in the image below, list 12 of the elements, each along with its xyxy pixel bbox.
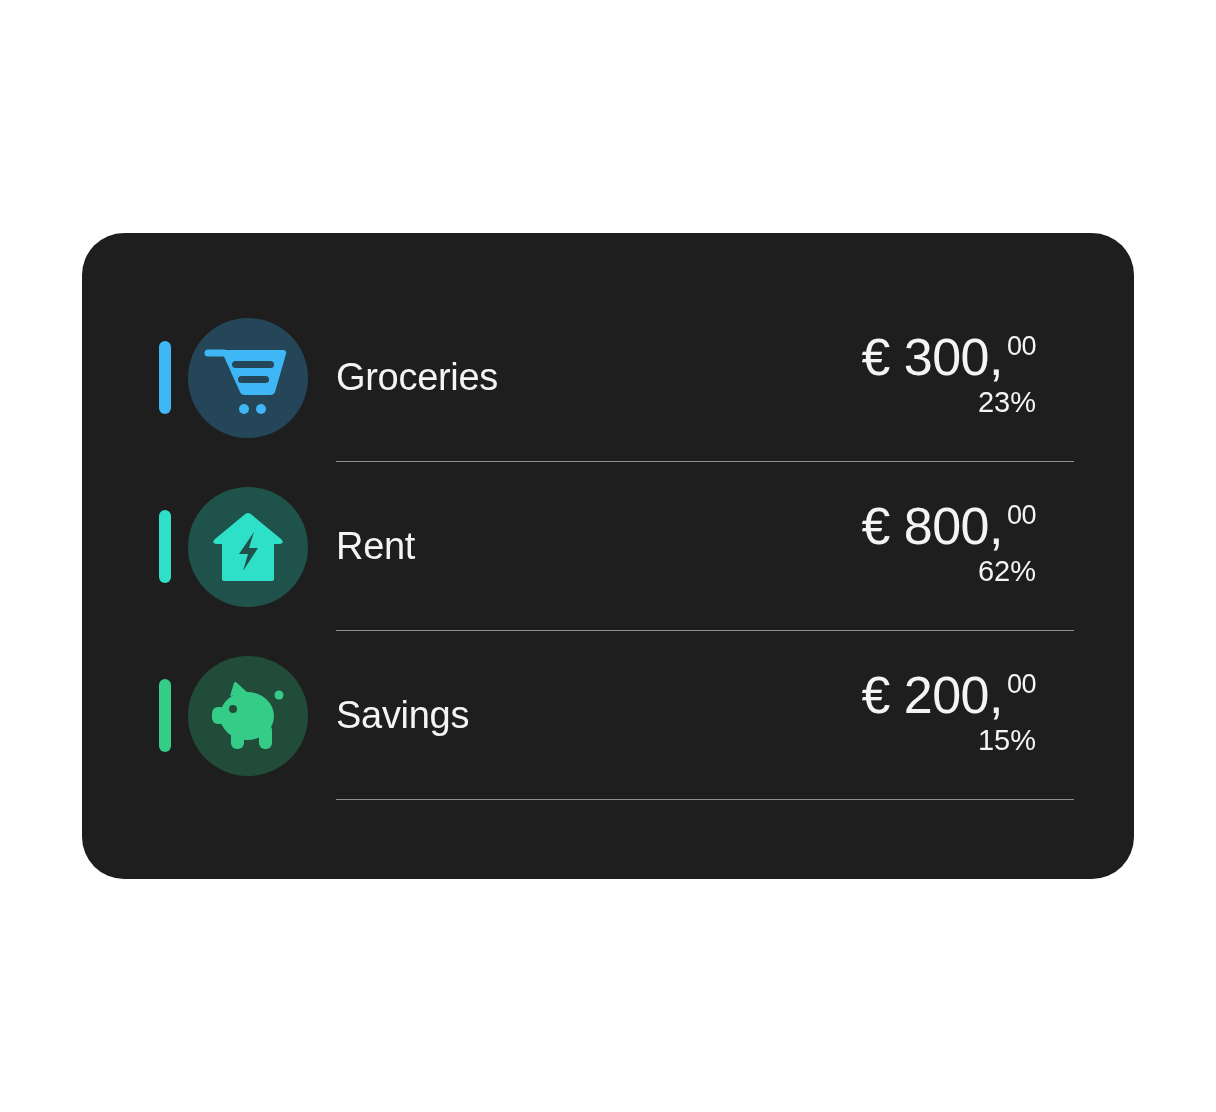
- amount: € 200,$^{00}$: [861, 667, 1036, 723]
- percentage: 23%: [977, 385, 1036, 419]
- piggy-bank-icon: [188, 655, 308, 776]
- amount: € 800,$^{00}$: [861, 498, 1036, 554]
- house-icon: [188, 486, 308, 607]
- category-name: Rent: [336, 524, 416, 568]
- cart-icon: [188, 317, 308, 438]
- category-name: Savings: [336, 693, 470, 737]
- percentage: 15%: [977, 723, 1036, 757]
- amount: € 300,$^{00}$: [861, 329, 1036, 385]
- percentage: 62%: [977, 554, 1036, 588]
- category-name: Groceries: [336, 355, 498, 399]
